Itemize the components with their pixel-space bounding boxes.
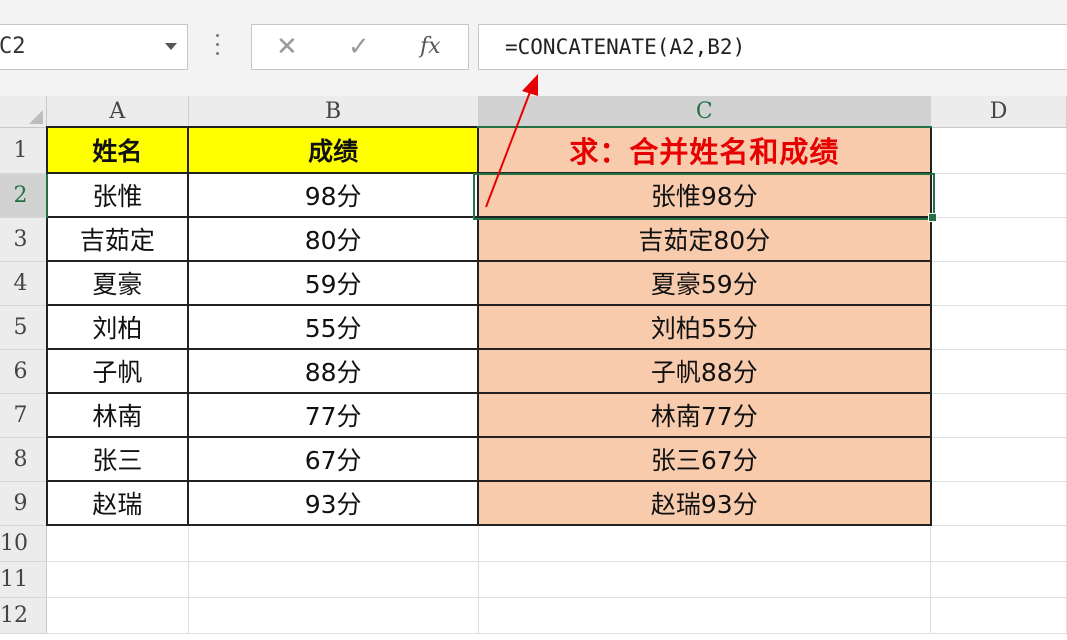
enter-icon[interactable]: ✓	[348, 29, 370, 65]
column-header-d[interactable]: D	[930, 96, 1067, 128]
select-all-icon[interactable]	[29, 109, 43, 124]
cell-c2[interactable]: 张惟98分	[477, 172, 932, 218]
cell-a4[interactable]: 夏豪	[45, 260, 190, 306]
row-header-7[interactable]: 7	[0, 393, 47, 438]
cell-b1[interactable]: 成绩	[187, 126, 480, 174]
cell-c10[interactable]	[478, 525, 932, 562]
cell-d10[interactable]	[930, 525, 1067, 562]
row-header-10[interactable]: 10	[0, 525, 47, 562]
cell-a7[interactable]: 林南	[45, 392, 190, 438]
name-box-value[interactable]: C2	[0, 34, 26, 59]
row-header-9[interactable]: 9	[0, 481, 47, 526]
row-header-4[interactable]: 4	[0, 261, 47, 306]
cell-c3[interactable]: 吉茹定80分	[477, 216, 932, 262]
cell-b12[interactable]	[188, 597, 479, 634]
cell-c6[interactable]: 子帆88分	[477, 348, 932, 394]
cell-b8[interactable]: 67分	[187, 436, 480, 482]
name-box[interactable]: C2	[0, 24, 188, 70]
name-box-dropdown-icon[interactable]	[165, 43, 177, 50]
cell-a3[interactable]: 吉茹定	[45, 216, 190, 262]
cell-d12[interactable]	[930, 597, 1067, 634]
cell-c11[interactable]	[478, 561, 932, 598]
cell-d3[interactable]	[930, 217, 1067, 262]
formula-bar-resize-handle-icon[interactable]	[216, 34, 220, 58]
column-header-b[interactable]: B	[188, 96, 479, 128]
cell-a9[interactable]: 赵瑞	[45, 480, 190, 526]
cell-d7[interactable]	[930, 393, 1067, 438]
cell-d9[interactable]	[930, 481, 1067, 526]
cell-b3[interactable]: 80分	[187, 216, 480, 262]
cell-a12[interactable]	[46, 597, 189, 634]
cell-a8[interactable]: 张三	[45, 436, 190, 482]
formula-bar: C2 ✕ ✓ fx =CONCATENATE(A2,B2)	[0, 0, 1067, 96]
cell-c7[interactable]: 林南77分	[477, 392, 932, 438]
row-header-8[interactable]: 8	[0, 437, 47, 482]
row-header-3[interactable]: 3	[0, 217, 47, 262]
cell-c1[interactable]: 求：合并姓名和成绩	[477, 126, 932, 174]
cell-b6[interactable]: 88分	[187, 348, 480, 394]
cancel-icon[interactable]: ✕	[276, 29, 298, 65]
cell-c5[interactable]: 刘柏55分	[477, 304, 932, 350]
formula-text[interactable]: =CONCATENATE(A2,B2)	[505, 35, 745, 59]
cell-c9[interactable]: 赵瑞93分	[477, 480, 932, 526]
cell-d5[interactable]	[930, 305, 1067, 350]
column-header-a[interactable]: A	[46, 96, 189, 128]
select-all-corner[interactable]	[0, 96, 47, 128]
cell-a5[interactable]: 刘柏	[45, 304, 190, 350]
insert-function-icon[interactable]: fx	[420, 29, 441, 65]
column-header-c[interactable]: C	[478, 96, 932, 128]
cell-b10[interactable]	[188, 525, 479, 562]
cell-d6[interactable]	[930, 349, 1067, 394]
row-header-6[interactable]: 6	[0, 349, 47, 394]
cell-d1[interactable]	[930, 127, 1067, 174]
cell-d8[interactable]	[930, 437, 1067, 482]
cell-b4[interactable]: 59分	[187, 260, 480, 306]
cell-d2[interactable]	[930, 173, 1067, 218]
cell-a1[interactable]: 姓名	[45, 126, 190, 174]
formula-input[interactable]: =CONCATENATE(A2,B2)	[478, 24, 1067, 70]
cell-b11[interactable]	[188, 561, 479, 598]
cell-b5[interactable]: 55分	[187, 304, 480, 350]
row-header-11[interactable]: 11	[0, 561, 47, 598]
row-header-5[interactable]: 5	[0, 305, 47, 350]
row-header-1[interactable]: 1	[0, 127, 47, 174]
cell-a6[interactable]: 子帆	[45, 348, 190, 394]
cell-c4[interactable]: 夏豪59分	[477, 260, 932, 306]
formula-buttons: ✕ ✓ fx	[251, 24, 469, 70]
cell-a2[interactable]: 张惟	[45, 172, 190, 218]
row-header-2[interactable]: 2	[0, 173, 48, 218]
fill-handle[interactable]	[928, 213, 937, 222]
row-header-12[interactable]: 12	[0, 597, 47, 634]
cell-b7[interactable]: 77分	[187, 392, 480, 438]
worksheet-grid: A B C D 1 姓名 成绩 求：合并姓名和成绩 2 张惟 98分 张惟98分…	[0, 96, 1067, 634]
cell-c12[interactable]	[478, 597, 932, 634]
cell-b2[interactable]: 98分	[187, 172, 480, 218]
cell-d4[interactable]	[930, 261, 1067, 306]
cell-c8[interactable]: 张三67分	[477, 436, 932, 482]
cell-b9[interactable]: 93分	[187, 480, 480, 526]
cell-a10[interactable]	[46, 525, 189, 562]
cell-a11[interactable]	[46, 561, 189, 598]
cell-d11[interactable]	[930, 561, 1067, 598]
